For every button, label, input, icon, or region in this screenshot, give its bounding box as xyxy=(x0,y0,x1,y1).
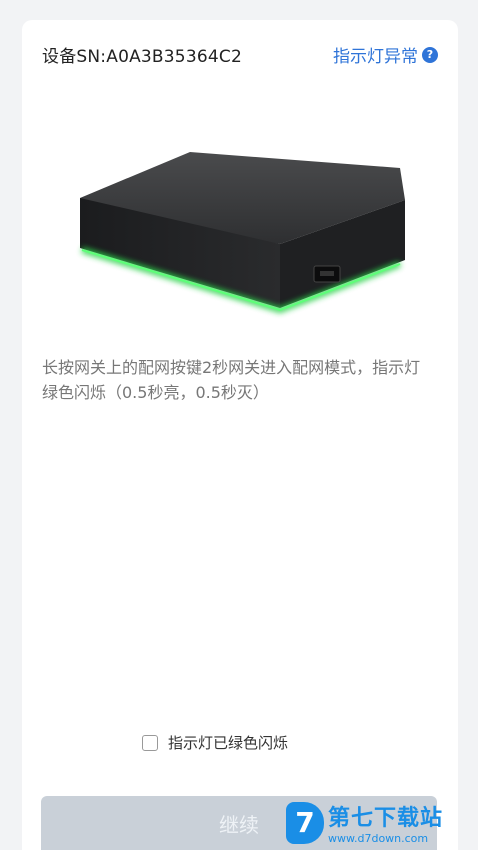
device-sn-label: 设备SN:A0A3B35364C2 xyxy=(42,47,242,67)
header: 设备SN:A0A3B35364C2 指示灯异常 ? xyxy=(42,42,438,67)
watermark-title: 第七下载站 xyxy=(328,806,444,831)
watermark: 7 第七下载站 www.d7down.com xyxy=(286,800,443,845)
confirm-row[interactable]: 指示灯已绿色闪烁 xyxy=(142,732,288,753)
blink-confirm-checkbox[interactable] xyxy=(142,734,158,751)
indicator-abnormal-link[interactable]: 指示灯异常 ? xyxy=(333,42,438,67)
blink-confirm-label: 指示灯已绿色闪烁 xyxy=(168,734,289,752)
indicator-abnormal-label: 指示灯异常 xyxy=(333,47,418,67)
help-icon[interactable]: ? xyxy=(422,46,438,63)
instruction-text: 长按网关上的配网按键2秒网关进入配网模式，指示灯绿色闪烁（0.5秒亮，0.5秒灭… xyxy=(42,358,421,402)
watermark-url: www.d7down.com xyxy=(328,832,429,845)
content-card: 设备SN:A0A3B35364C2 指示灯异常 ? 长按网关上的配网按键2秒网关… xyxy=(22,20,458,850)
gateway-device-illustration xyxy=(80,152,405,314)
watermark-logo-icon: 7 xyxy=(286,801,324,844)
